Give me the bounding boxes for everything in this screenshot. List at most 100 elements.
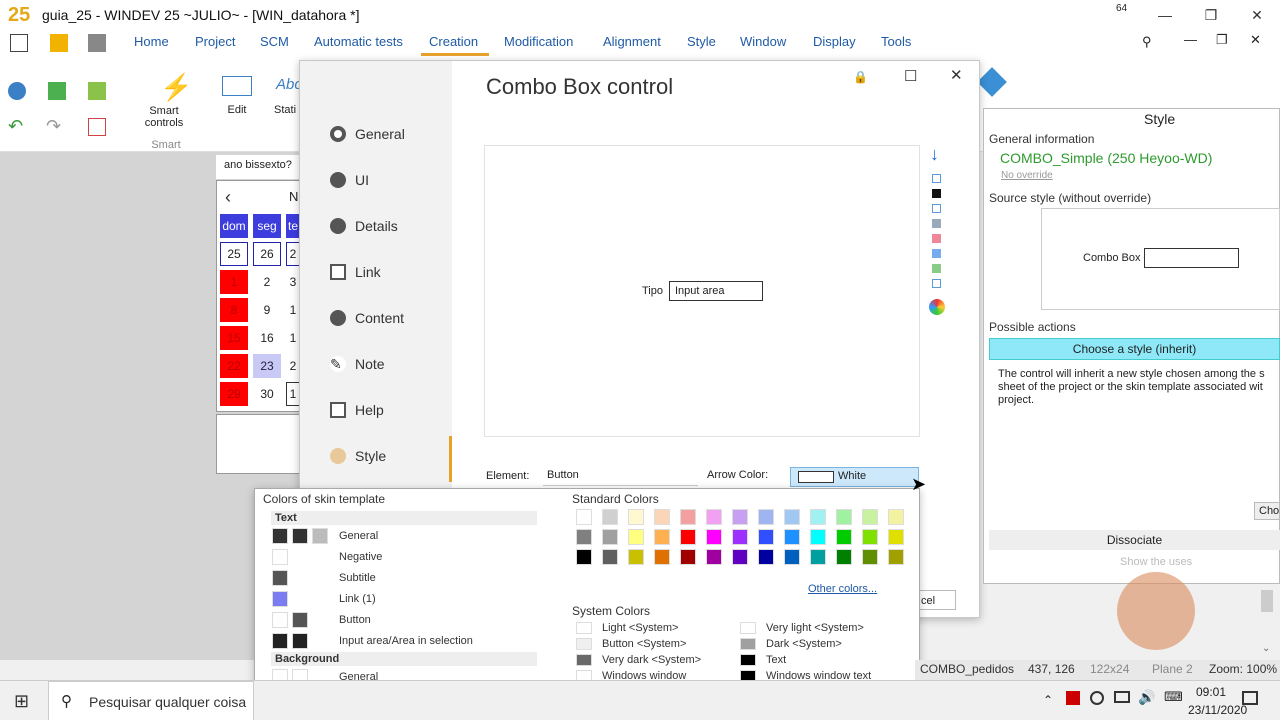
style-color-swatch[interactable]	[932, 249, 941, 258]
nav-style[interactable]: Style	[330, 448, 386, 464]
system-color-label[interactable]: Very light <System>	[766, 622, 864, 634]
chevron-left-icon[interactable]: ‹	[225, 187, 231, 208]
system-color-swatch[interactable]	[576, 654, 592, 666]
edit-button[interactable]: Edit	[222, 104, 252, 116]
tray-sync-icon[interactable]	[1090, 691, 1104, 705]
tab-automatic-tests[interactable]: Automatic tests	[314, 34, 403, 49]
image-icon[interactable]	[48, 82, 66, 100]
system-color-label[interactable]: Dark <System>	[766, 638, 842, 650]
skin-text-color-label[interactable]: General	[339, 530, 378, 542]
nav-ui[interactable]: UI	[330, 172, 369, 188]
standard-color-swatch[interactable]	[888, 549, 904, 565]
standard-color-swatch[interactable]	[680, 529, 696, 545]
nav-details[interactable]: Details	[330, 218, 398, 234]
ribbon-close-icon[interactable]: ✕	[1250, 32, 1261, 48]
standard-color-swatch[interactable]	[810, 529, 826, 545]
standard-color-swatch[interactable]	[784, 509, 800, 525]
arrow-color-select[interactable]: White	[790, 467, 919, 487]
network-icon[interactable]	[1114, 691, 1130, 703]
element-select[interactable]: Button	[543, 466, 698, 486]
redo-icon[interactable]: ↷	[46, 116, 61, 137]
skin-text-color-label[interactable]: Input area/Area in selection	[339, 635, 473, 647]
standard-color-swatch[interactable]	[706, 529, 722, 545]
table-icon[interactable]	[88, 82, 106, 100]
choose-style-inherit-button[interactable]: Choose a style (inherit)	[989, 338, 1280, 360]
skin-color-swatch[interactable]	[292, 633, 308, 649]
show-uses-link[interactable]: Show the uses	[1120, 556, 1192, 568]
clock-date[interactable]: 23/11/2020	[1188, 703, 1247, 717]
standard-color-swatch[interactable]	[654, 549, 670, 565]
calendar-day[interactable]: 23	[253, 354, 281, 378]
color-wheel-icon[interactable]	[929, 299, 945, 315]
other-colors-link[interactable]: Other colors...	[808, 583, 877, 595]
standard-color-swatch[interactable]	[602, 549, 618, 565]
skin-color-swatch[interactable]	[272, 633, 288, 649]
tab-home[interactable]: Home	[134, 34, 169, 49]
standard-color-swatch[interactable]	[810, 509, 826, 525]
nav-link[interactable]: Link	[330, 264, 381, 280]
tab-window[interactable]: Window	[740, 34, 786, 49]
standard-color-swatch[interactable]	[836, 549, 852, 565]
layout-icon[interactable]	[88, 118, 106, 136]
tab-creation[interactable]: Creation	[429, 34, 478, 49]
calendar-day[interactable]: 8	[220, 298, 248, 322]
standard-color-swatch[interactable]	[680, 509, 696, 525]
skin-color-swatch[interactable]	[272, 549, 288, 565]
dissociate-button[interactable]: Dissociate	[989, 530, 1280, 550]
standard-color-swatch[interactable]	[654, 509, 670, 525]
calendar-day[interactable]: 26	[253, 242, 281, 266]
system-color-swatch[interactable]	[740, 654, 756, 666]
standard-color-swatch[interactable]	[602, 529, 618, 545]
undo-icon[interactable]: ↶	[8, 116, 23, 137]
system-color-swatch[interactable]	[576, 622, 592, 634]
system-color-label[interactable]: Button <System>	[602, 638, 686, 650]
tab-modification[interactable]: Modification	[504, 34, 573, 49]
standard-color-swatch[interactable]	[576, 509, 592, 525]
ribbon-restore-icon[interactable]: ❐	[1216, 32, 1228, 48]
volume-icon[interactable]: 🔊	[1138, 689, 1155, 706]
system-color-label[interactable]: Light <System>	[602, 622, 678, 634]
standard-color-swatch[interactable]	[836, 529, 852, 545]
style-color-swatch[interactable]	[932, 219, 941, 228]
tab-style[interactable]: Style	[687, 34, 716, 49]
standard-color-swatch[interactable]	[862, 549, 878, 565]
maximize-button[interactable]: ❐	[1188, 0, 1234, 30]
skin-color-swatch[interactable]	[272, 612, 288, 628]
gear-icon[interactable]	[8, 82, 26, 100]
windows-start-icon[interactable]: ⊞	[14, 691, 29, 712]
standard-color-swatch[interactable]	[862, 529, 878, 545]
calendar-day[interactable]: 1	[286, 382, 300, 406]
style-color-swatch[interactable]	[932, 189, 941, 198]
skin-text-color-label[interactable]: Button	[339, 614, 371, 626]
ribbon-minimize-icon[interactable]: —	[1184, 32, 1197, 47]
close-button[interactable]: ✕	[1234, 0, 1280, 30]
no-override-link[interactable]: No override	[1001, 170, 1053, 181]
standard-color-swatch[interactable]	[732, 529, 748, 545]
standard-color-swatch[interactable]	[628, 529, 644, 545]
skin-color-swatch[interactable]	[272, 591, 288, 607]
nav-content[interactable]: Content	[330, 310, 404, 326]
calendar-day[interactable]: 1	[220, 270, 248, 294]
skin-color-swatch[interactable]	[272, 570, 288, 586]
taskbar-search-input[interactable]: Pesquisar qualquer coisa	[89, 694, 246, 710]
style-color-swatch[interactable]	[932, 204, 941, 213]
standard-color-swatch[interactable]	[628, 509, 644, 525]
tray-app-icon[interactable]	[1066, 691, 1080, 705]
calendar-day[interactable]: 1	[286, 326, 300, 350]
skin-color-swatch[interactable]	[272, 528, 288, 544]
clock-time[interactable]: 09:01	[1196, 685, 1226, 699]
close-dialog-button[interactable]: ✕	[950, 66, 963, 84]
standard-color-swatch[interactable]	[758, 549, 774, 565]
standard-color-swatch[interactable]	[784, 549, 800, 565]
standard-color-swatch[interactable]	[706, 549, 722, 565]
system-color-swatch[interactable]	[576, 638, 592, 650]
language-icon[interactable]: ⌨	[1164, 689, 1183, 705]
nav-general[interactable]: General	[330, 126, 405, 142]
system-color-swatch[interactable]	[740, 638, 756, 650]
standard-color-swatch[interactable]	[888, 529, 904, 545]
canvas-control[interactable]	[216, 414, 300, 474]
style-color-swatch[interactable]	[932, 279, 941, 288]
save-icon[interactable]	[88, 34, 106, 52]
smart-controls-button[interactable]: Smart controls	[142, 105, 186, 129]
maximize-icon[interactable]: ☐	[904, 67, 917, 85]
